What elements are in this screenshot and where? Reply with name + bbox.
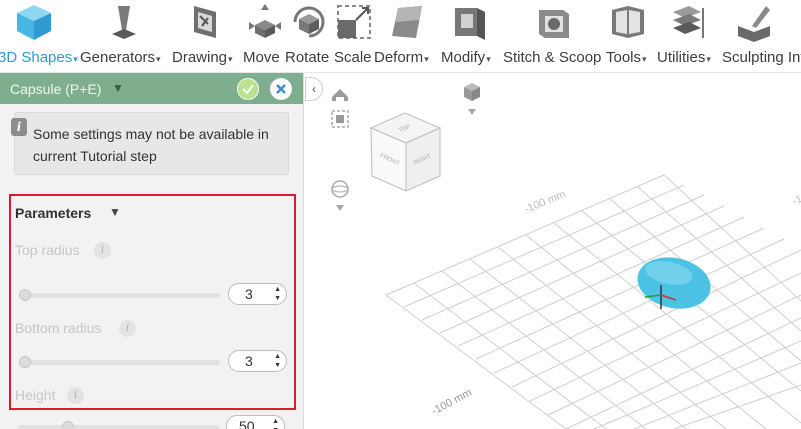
bottom-radius-slider-handle[interactable]: [19, 356, 31, 368]
top-radius-stepper-icon[interactable]: ▲ ▼: [274, 285, 281, 303]
toolbar-sculpting[interactable]: Sculpting Int: [722, 0, 801, 72]
toolbar-tools[interactable]: Tools▾: [606, 0, 656, 72]
bottom-radius-value: 3: [245, 353, 253, 369]
toolbar-generators-label: Generators▾: [80, 49, 161, 66]
capsule-object[interactable]: [633, 251, 716, 315]
toolbar-modify[interactable]: Modify▾: [441, 0, 503, 72]
toolbar-sculpting-label: Sculpting Int: [722, 49, 801, 66]
toolbar-modify-label: Modify▾: [441, 49, 491, 66]
cube-icon: [17, 5, 51, 40]
height-info-icon[interactable]: i: [67, 387, 84, 404]
fit-view-icon[interactable]: [331, 110, 349, 128]
top-radius-label: Top radius: [15, 242, 80, 258]
parameters-caret-icon[interactable]: ▼: [109, 205, 121, 219]
close-icon: [276, 84, 286, 94]
toolbar-3d-shapes[interactable]: 3D Shapes▾: [0, 0, 80, 72]
toolbar-generators[interactable]: Generators▾: [80, 0, 172, 72]
toolbar-move[interactable]: Move: [243, 0, 285, 72]
toolbar-scale-label: Scale: [334, 49, 372, 66]
bottom-radius-input[interactable]: 3 ▲ ▼: [228, 350, 287, 372]
height-input[interactable]: 50 ▲▼: [226, 415, 285, 429]
bottom-radius-label: Bottom radius: [15, 320, 102, 336]
height-value: 50: [239, 418, 255, 429]
check-icon: [242, 84, 254, 95]
toolbar-utilities[interactable]: Utilities▾: [657, 0, 721, 72]
info-icon: i: [11, 118, 27, 136]
utilities-icon: [673, 6, 704, 38]
height-slider[interactable]: [18, 421, 219, 429]
drawing-icon: [194, 6, 216, 38]
toolbar-stitch-scoop-label: Stitch & Scoop: [503, 49, 602, 66]
toolbar-stitch-scoop[interactable]: Stitch & Scoop: [503, 0, 606, 72]
stitch-scoop-icon: [539, 10, 569, 38]
toolbar-tools-label: Tools▾: [606, 49, 647, 66]
bottom-radius-info-icon[interactable]: i: [119, 320, 136, 337]
axis-label-front: -100 mm: [430, 387, 474, 418]
height-label: Height: [15, 387, 56, 403]
toolbar-drawing-label: Drawing▾: [172, 49, 233, 66]
panel-collapse-caret-icon[interactable]: ▼: [112, 81, 124, 95]
scale-icon: [337, 5, 371, 39]
height-slider-handle[interactable]: [62, 421, 74, 429]
panel-header: Capsule (P+E) ▼: [0, 73, 303, 104]
toolbar-scale[interactable]: Scale: [334, 0, 374, 72]
axis-label-back: -100 mm: [523, 188, 568, 215]
bottom-radius-stepper-icon[interactable]: ▲ ▼: [274, 352, 281, 370]
home-view-icon[interactable]: [332, 89, 348, 101]
view-cube[interactable]: TOP FRONT RIGHT: [369, 112, 442, 192]
parameters-section: Parameters ▼ Top radius i 3 ▲ ▼ Bottom ra…: [9, 194, 296, 410]
toolbar-drawing[interactable]: Drawing▾: [172, 0, 242, 72]
info-message: Some settings may not be available in cu…: [33, 126, 269, 164]
modify-icon: [455, 8, 485, 40]
top-radius-value: 3: [245, 286, 253, 302]
tools-icon: [612, 6, 644, 38]
move-icon: [249, 4, 281, 38]
properties-panel: Capsule (P+E) ▼ i Some settings may not …: [0, 73, 304, 429]
toolbar-deform[interactable]: Deform▾: [374, 0, 440, 72]
cancel-button[interactable]: [270, 78, 292, 100]
top-radius-slider[interactable]: [19, 289, 220, 301]
top-radius-input[interactable]: 3 ▲ ▼: [228, 283, 287, 305]
sculpting-icon: [738, 6, 770, 42]
top-radius-info-icon[interactable]: i: [94, 242, 111, 259]
toolbar-deform-label: Deform▾: [374, 49, 429, 66]
axis-label-right: -100 mm: [791, 180, 801, 207]
deform-icon: [392, 6, 422, 38]
3d-viewport[interactable]: ‹ TOP FRONT RIGHT -100 mm -100 -100 mm: [304, 73, 801, 429]
panel-title: Capsule (P+E): [10, 81, 102, 97]
tutorial-info-box: i Some settings may not be available in …: [11, 112, 289, 175]
perspective-icon[interactable]: [464, 83, 480, 115]
height-stepper-icon[interactable]: ▲▼: [272, 417, 279, 429]
toolbar-rotate-label: Rotate: [285, 49, 330, 66]
main-toolbar: 3D Shapes▾ Generators▾ Drawing▾ Move Rot…: [0, 0, 801, 73]
toolbar-utilities-label: Utilities▾: [657, 49, 711, 66]
toolbar-rotate[interactable]: Rotate: [285, 0, 335, 72]
confirm-button[interactable]: [237, 78, 259, 100]
toolbar-move-label: Move: [243, 49, 280, 66]
top-radius-slider-handle[interactable]: [19, 289, 31, 301]
orbit-icon[interactable]: [331, 180, 349, 211]
ground-grid: [385, 174, 801, 429]
parameters-title: Parameters: [15, 205, 92, 221]
generator-icon: [112, 6, 136, 39]
bottom-radius-slider[interactable]: [19, 356, 220, 368]
toolbar-3d-shapes-label: 3D Shapes▾: [0, 49, 78, 66]
rotate-icon: [293, 6, 325, 38]
viewport-canvas[interactable]: TOP FRONT RIGHT -100 mm -100 -100 mm: [304, 73, 801, 429]
